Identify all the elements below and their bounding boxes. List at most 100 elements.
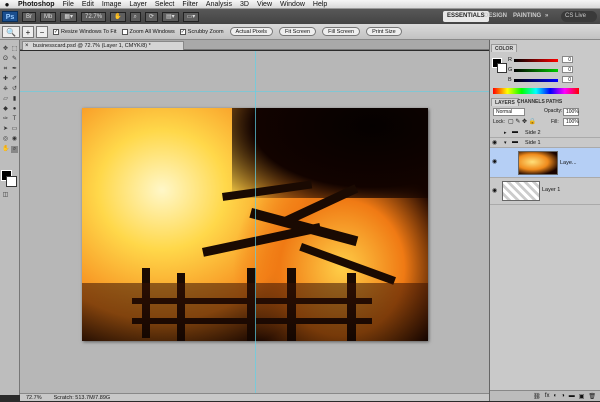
bridge-button[interactable]: Br: [22, 11, 36, 22]
minibridge-button[interactable]: Mb: [40, 11, 57, 22]
rotate-view-button[interactable]: ⟳: [144, 11, 158, 22]
menu-select[interactable]: Select: [151, 0, 178, 9]
visibility-eye-icon[interactable]: ◉: [492, 187, 497, 194]
red-slider[interactable]: [514, 59, 558, 62]
zoom-tool-icon[interactable]: ⌕: [11, 146, 18, 153]
adjustment-layer-icon[interactable]: ◑: [561, 393, 565, 399]
menu-edit[interactable]: Edit: [78, 0, 98, 9]
quick-select-tool-icon[interactable]: ✎: [11, 56, 18, 63]
3d-camera-tool-icon[interactable]: ◉: [11, 136, 18, 143]
print-size-button[interactable]: Print Size: [366, 27, 402, 36]
eraser-tool-icon[interactable]: ▱: [2, 96, 9, 103]
cs-live-button[interactable]: CS Live: [561, 11, 597, 22]
path-selection-tool-icon[interactable]: ➤: [2, 126, 9, 133]
tab-color[interactable]: COLOR: [491, 44, 518, 52]
close-icon[interactable]: ×: [25, 42, 29, 50]
actual-pixels-button[interactable]: Actual Pixels: [229, 27, 274, 36]
fill-screen-button[interactable]: Fill Screen: [322, 27, 361, 36]
dodge-tool-icon[interactable]: ●: [11, 106, 18, 113]
brush-tool-icon[interactable]: ✐: [11, 76, 18, 83]
blue-value-field[interactable]: 0: [562, 76, 573, 83]
layer-thumbnail[interactable]: [518, 151, 558, 175]
opacity-field[interactable]: 100%: [563, 108, 579, 116]
move-tool-icon[interactable]: ✥: [2, 46, 9, 53]
fit-screen-button[interactable]: Fit Screen: [279, 27, 317, 36]
layer-thumbnail[interactable]: [502, 181, 540, 201]
pen-tool-icon[interactable]: ✑: [2, 116, 9, 123]
3d-rotate-tool-icon[interactable]: ◎: [2, 136, 9, 143]
blend-mode-select[interactable]: Normal: [493, 108, 525, 116]
type-tool-icon[interactable]: T: [11, 116, 18, 123]
blue-slider[interactable]: [514, 79, 558, 82]
clone-stamp-tool-icon[interactable]: ⎈: [2, 86, 9, 93]
resize-windows-checkbox[interactable]: ✓ Resize Windows To Fit: [53, 28, 117, 35]
lock-icons[interactable]: ▢ ✎ ✥ 🔒: [508, 118, 536, 125]
menu-layer[interactable]: Layer: [125, 0, 151, 9]
shape-tool-icon[interactable]: ▭: [11, 126, 18, 133]
color-label-g: G: [508, 67, 513, 73]
visibility-eye-icon[interactable]: ◉: [492, 158, 497, 165]
menu-window[interactable]: Window: [276, 0, 309, 9]
crop-tool-icon[interactable]: ⌗: [2, 66, 9, 73]
add-mask-icon[interactable]: ◐: [553, 393, 557, 399]
status-zoom[interactable]: 72.7%: [20, 394, 48, 401]
workspace-essentials[interactable]: ESSENTIALS: [443, 11, 489, 22]
menu-image[interactable]: Image: [98, 0, 125, 9]
view-extras-button[interactable]: ▦▾: [60, 11, 78, 22]
hand-tool-icon[interactable]: ✋: [2, 146, 9, 153]
layer-row-layer1[interactable]: ◉ Layer 1: [490, 178, 600, 205]
menu-filter[interactable]: Filter: [178, 0, 202, 9]
scrubby-zoom-checkbox[interactable]: ✓ Scrubby Zoom: [179, 28, 224, 35]
horizontal-guide[interactable]: [20, 91, 489, 92]
color-spectrum[interactable]: [493, 88, 579, 94]
status-info[interactable]: Scratch: 513.7M/7.89G: [48, 394, 117, 401]
menu-file[interactable]: File: [59, 0, 78, 9]
zoom-level-select[interactable]: 72.7%: [81, 11, 107, 22]
gradient-tool-icon[interactable]: ▮: [11, 96, 18, 103]
expand-arrow-icon[interactable]: ▸: [504, 130, 507, 136]
layer-row-fire-selected[interactable]: ◉ Laye...: [490, 148, 600, 178]
healing-brush-tool-icon[interactable]: ✚: [2, 76, 9, 83]
collapse-arrow-icon[interactable]: ▾: [504, 140, 507, 146]
fill-field[interactable]: 100%: [563, 118, 579, 126]
delete-layer-icon[interactable]: 🗑: [588, 393, 596, 400]
zoom-in-button[interactable]: +: [22, 25, 34, 38]
screen-mode-button[interactable]: ▭▾: [182, 11, 200, 22]
hand-tool-button[interactable]: ✋: [110, 11, 126, 22]
workspace-more-button[interactable]: »: [545, 11, 548, 22]
link-layers-icon[interactable]: ⛓: [533, 393, 541, 400]
marquee-tool-icon[interactable]: ⬚: [11, 46, 18, 53]
layer-row-side2[interactable]: ▸ ▬ Side 2: [490, 128, 600, 138]
quick-mask-icon[interactable]: ◫: [2, 192, 9, 199]
background-color-swatch[interactable]: [6, 176, 17, 187]
menu-3d[interactable]: 3D: [236, 0, 253, 9]
vertical-guide[interactable]: [255, 51, 256, 393]
workspace-painting[interactable]: PAINTING: [513, 11, 541, 22]
apple-icon[interactable]: ●: [0, 0, 14, 9]
panel-background-swatch[interactable]: [497, 63, 507, 73]
green-value-field[interactable]: 0: [562, 66, 573, 73]
menu-app[interactable]: Photoshop: [14, 0, 59, 9]
menu-view[interactable]: View: [253, 0, 276, 9]
document-tab[interactable]: × businesscard.psd @ 72.7% (Layer 1, CMY…: [22, 41, 184, 50]
eyedropper-tool-icon[interactable]: ✒: [11, 66, 18, 73]
menu-help[interactable]: Help: [309, 0, 331, 9]
zoom-out-button[interactable]: −: [36, 25, 48, 38]
new-group-icon[interactable]: ▬: [569, 393, 575, 399]
layer-style-icon[interactable]: fx: [545, 393, 550, 399]
blur-tool-icon[interactable]: ◆: [2, 106, 9, 113]
history-brush-tool-icon[interactable]: ↺: [11, 86, 18, 93]
red-value-field[interactable]: 0: [562, 56, 573, 63]
green-slider[interactable]: [514, 69, 558, 72]
workspace-design[interactable]: DESIGN: [484, 11, 507, 22]
visibility-eye-icon[interactable]: ◉: [492, 139, 497, 146]
zoom-tool-button[interactable]: ⌕: [129, 11, 141, 22]
new-layer-icon[interactable]: ▣: [579, 393, 585, 400]
menu-analysis[interactable]: Analysis: [202, 0, 236, 9]
zoom-all-windows-checkbox[interactable]: Zoom All Windows: [121, 28, 175, 35]
layer-row-side1[interactable]: ◉ ▾ ▬ Side 1: [490, 138, 600, 148]
tab-paths[interactable]: PATHS: [543, 98, 565, 106]
tool-preset-picker[interactable]: 🔍: [2, 25, 20, 38]
arrange-documents-button[interactable]: ▤▾: [161, 11, 179, 22]
lasso-tool-icon[interactable]: ʘ: [2, 56, 9, 63]
